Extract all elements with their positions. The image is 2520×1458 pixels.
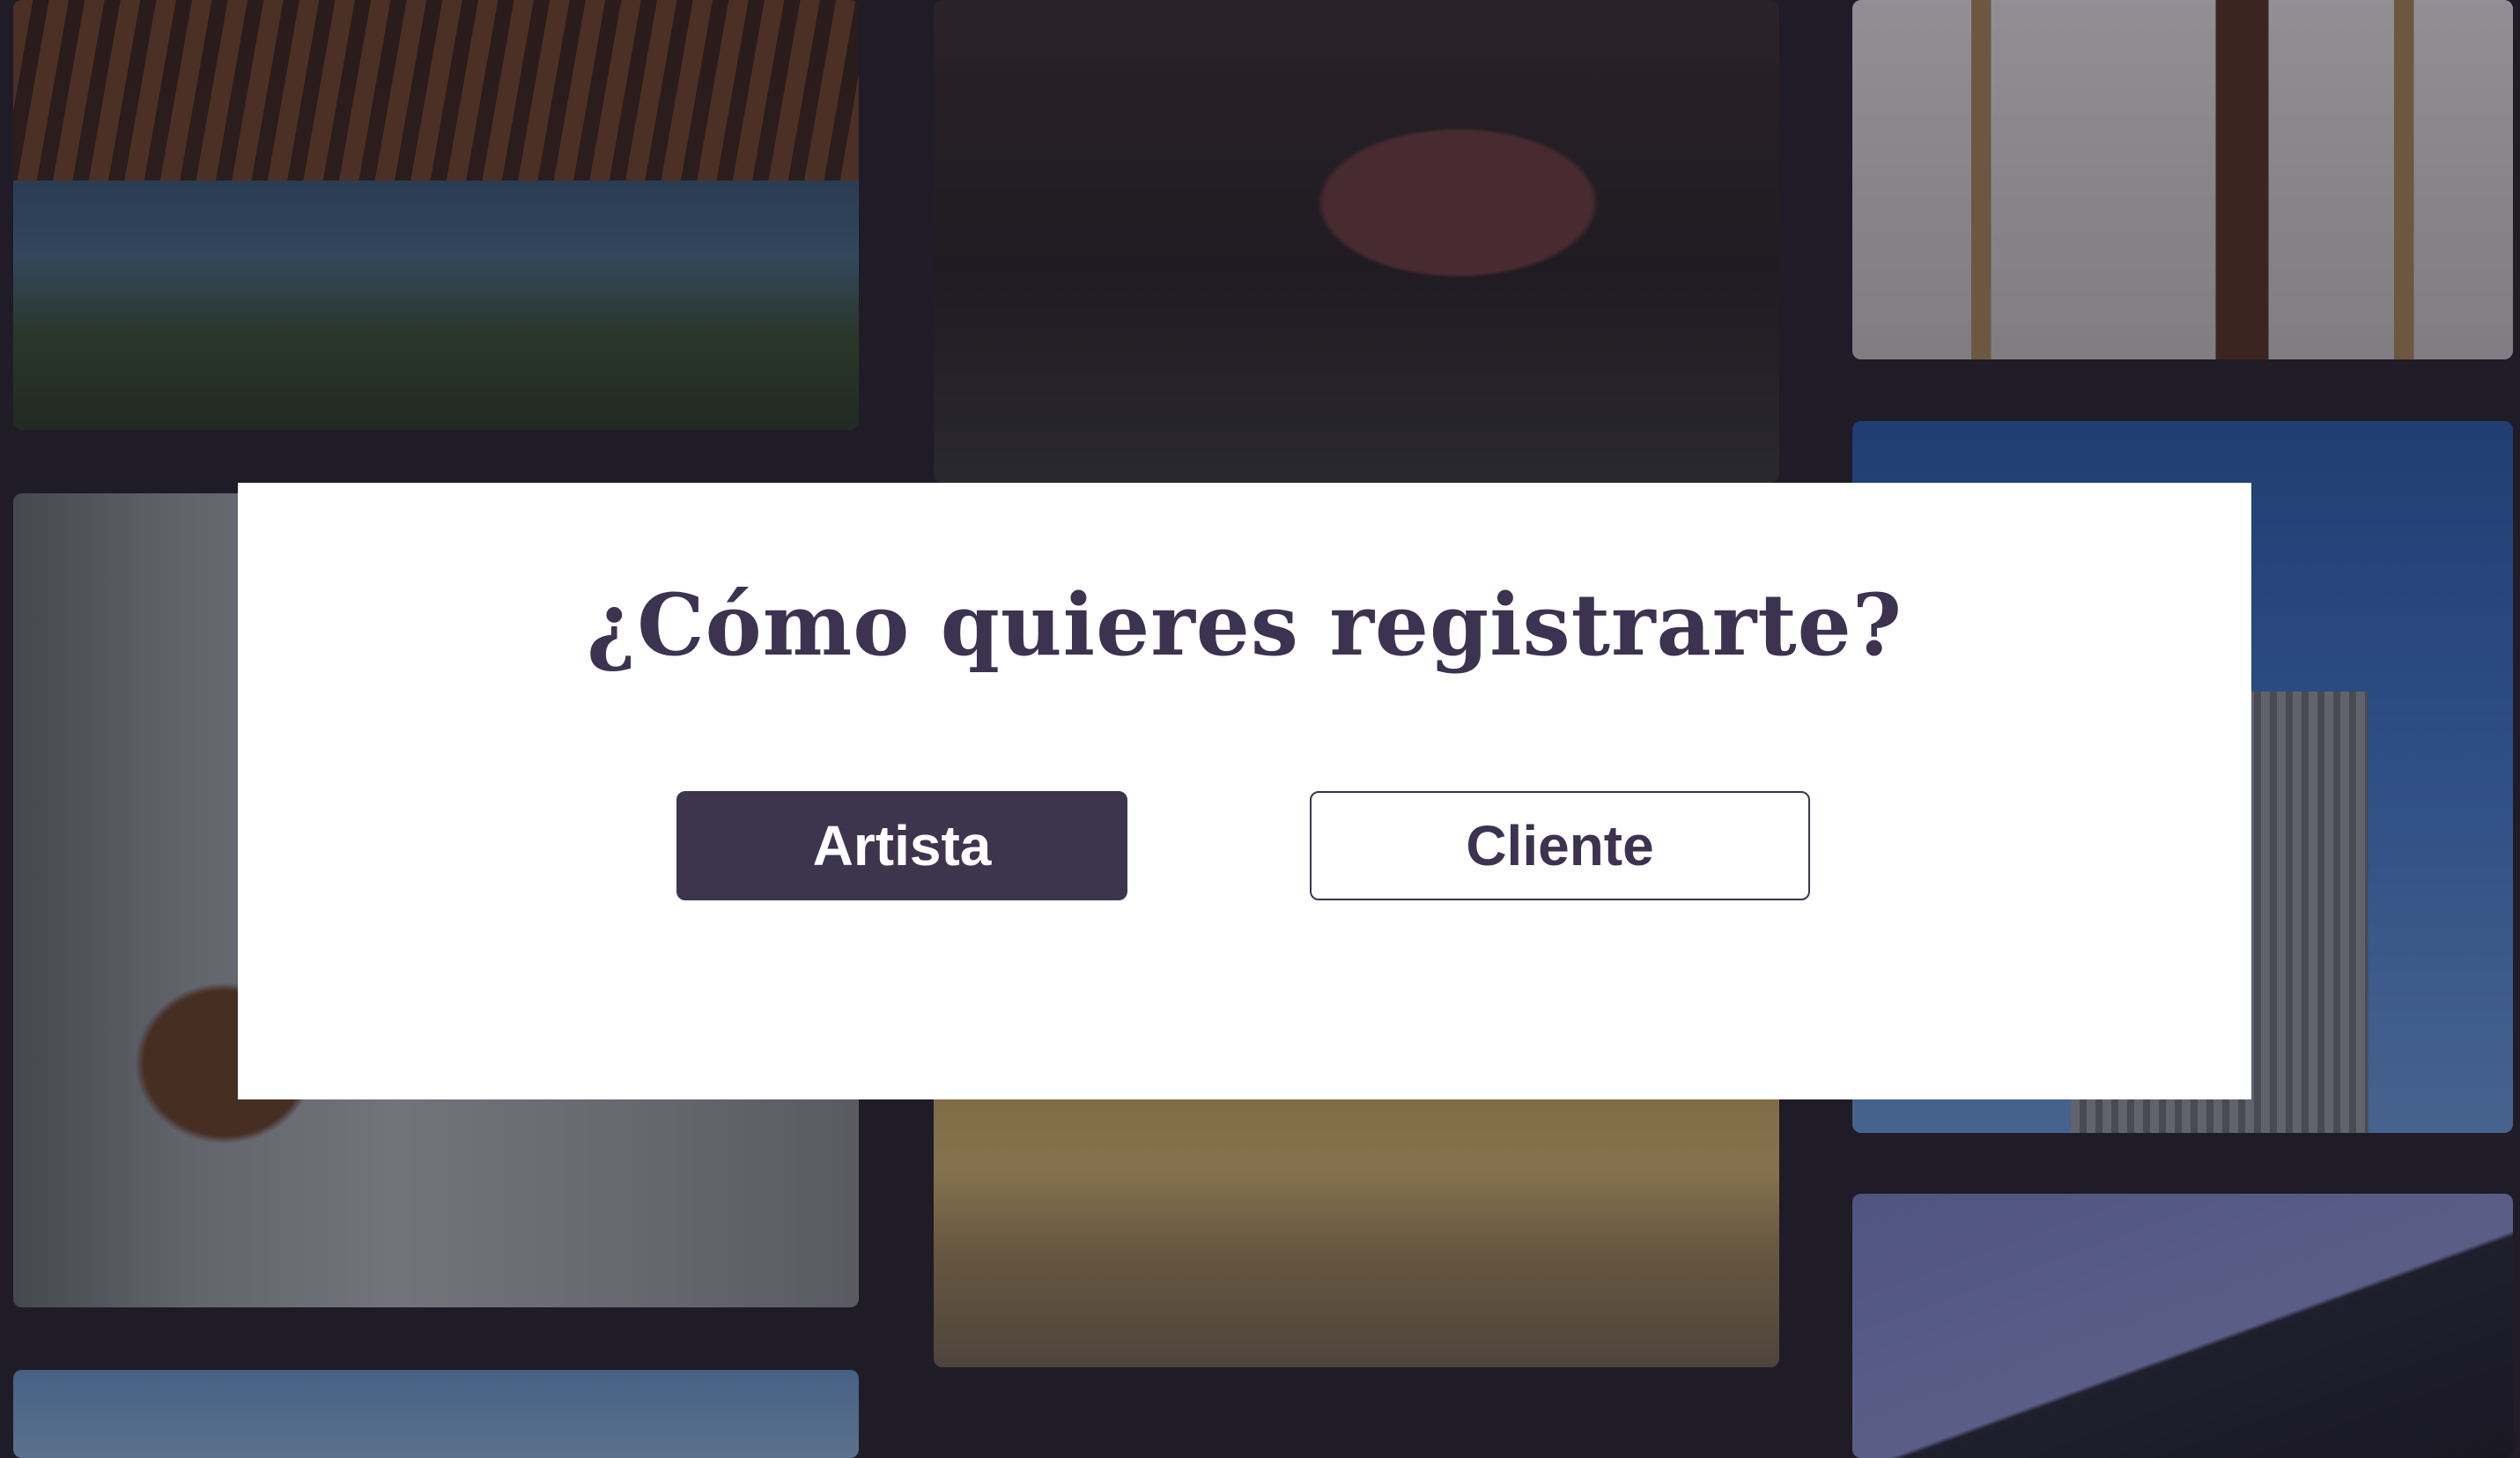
client-button[interactable]: Cliente [1310, 791, 1810, 900]
registration-type-modal: ¿Cómo quieres registrarte? Artista Clien… [238, 483, 2251, 1099]
background-image-building-corner [1852, 1194, 2513, 1458]
modal-title: ¿Cómo quieres registrarte? [587, 575, 1903, 675]
background-image-sky-tree [13, 1370, 859, 1458]
background-image-glass-building [13, 0, 859, 430]
background-image-white-room [1852, 0, 2513, 359]
artist-button[interactable]: Artista [676, 791, 1127, 900]
background-image-armchair [934, 0, 1779, 483]
